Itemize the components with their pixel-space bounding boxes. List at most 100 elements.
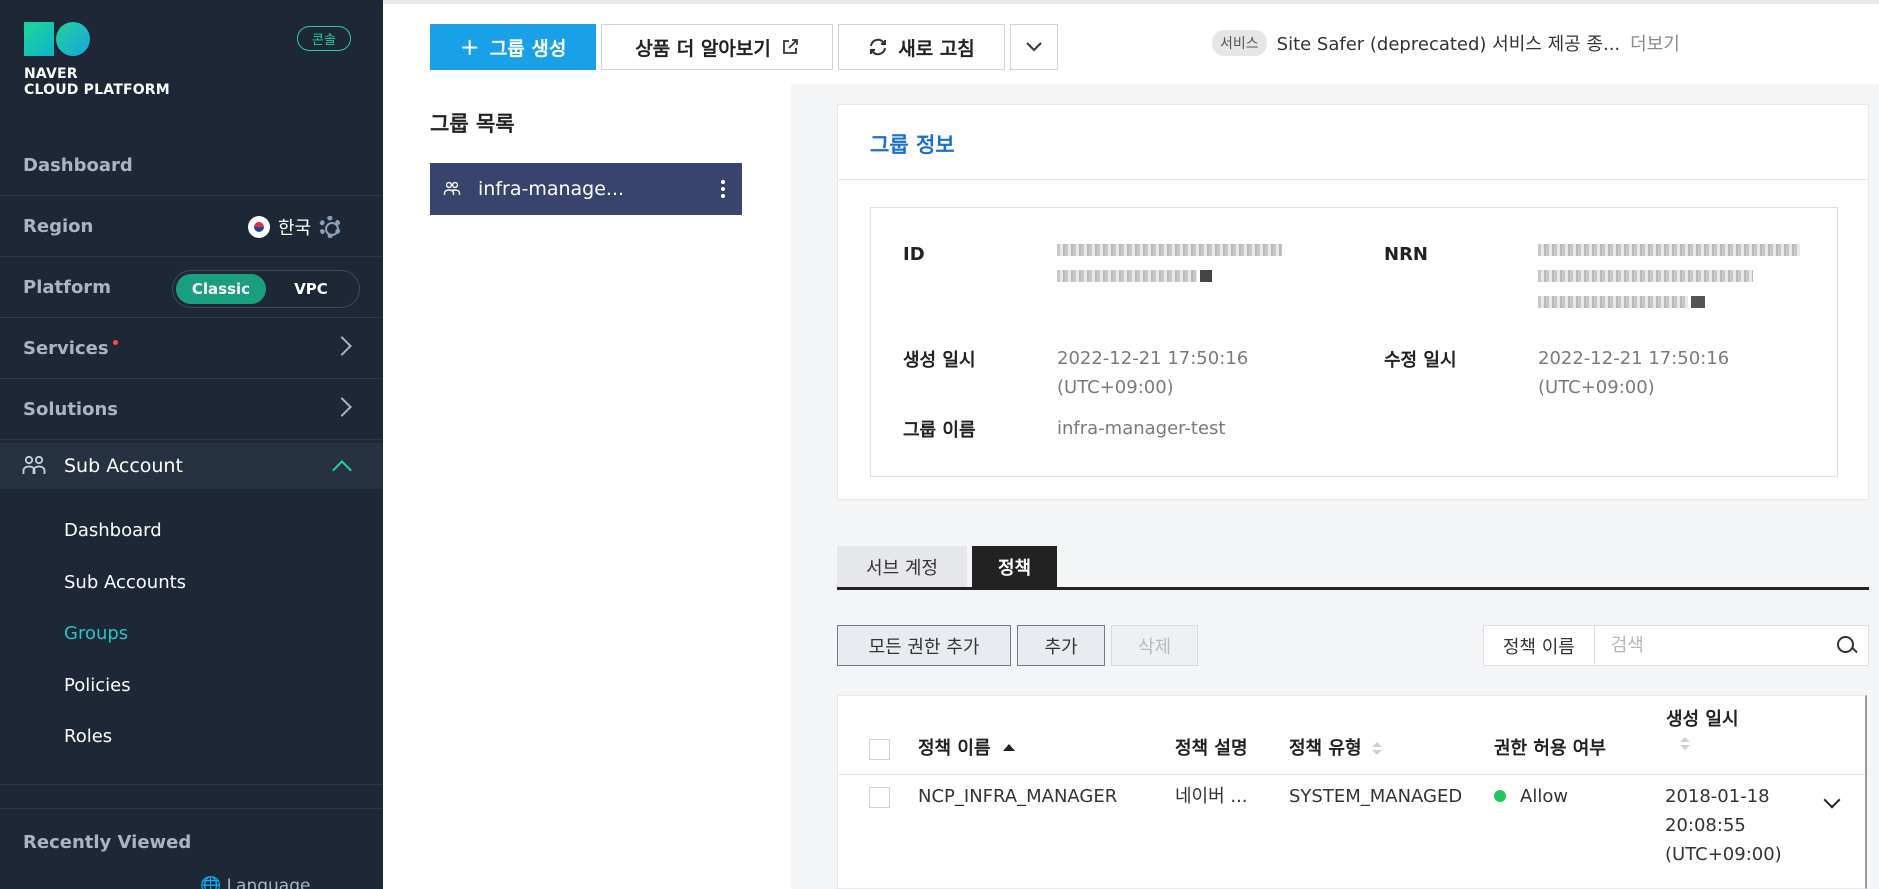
- tab-policy[interactable]: 정책: [972, 546, 1057, 587]
- nav-platform: Platform Classic VPC: [0, 258, 383, 318]
- platform-classic-button[interactable]: Classic: [176, 274, 266, 304]
- subnav-sub-accounts[interactable]: Sub Accounts: [64, 572, 186, 593]
- nav-dashboard[interactable]: Dashboard: [0, 136, 383, 196]
- subnav-dashboard[interactable]: Dashboard: [64, 520, 162, 541]
- delete-policy-button[interactable]: 삭제: [1111, 625, 1198, 666]
- learn-more-label: 상품 더 알아보기: [635, 37, 771, 60]
- sidebar-divider: [0, 808, 383, 809]
- col-policy-type[interactable]: 정책 유형: [1289, 734, 1382, 760]
- new-indicator-dot: [112, 340, 118, 345]
- logo-line1: NAVER: [24, 66, 78, 82]
- kebab-menu-icon[interactable]: [721, 180, 725, 198]
- language-selector[interactable]: 🌐 Language: [200, 876, 310, 889]
- ncp-logo[interactable]: NAVER CLOUD PLATFORM: [24, 22, 170, 98]
- col-policy-type-label: 정책 유형: [1289, 738, 1362, 759]
- nav-sub-account[interactable]: Sub Account: [0, 443, 383, 489]
- recently-viewed-heading[interactable]: Recently Viewed: [23, 832, 191, 853]
- nrn-value-redacted: [1538, 244, 1808, 322]
- group-name-value: infra-manager-test: [1057, 418, 1226, 439]
- console-badge[interactable]: 콘솔: [297, 26, 351, 51]
- refresh-icon: [870, 38, 887, 56]
- plus-icon: +: [459, 33, 480, 61]
- nav-services-label: Services: [23, 338, 109, 359]
- tab-sub-account[interactable]: 서브 계정: [837, 546, 967, 587]
- nrn-label: NRN: [1384, 244, 1428, 265]
- chevron-right-icon: [332, 336, 352, 356]
- col-permission-allow: 권한 허용 여부: [1494, 738, 1606, 759]
- notice-text: Site Safer (deprecated) 서비스 제공 종...: [1276, 34, 1621, 55]
- gear-icon[interactable]: [319, 216, 342, 238]
- row-checkbox[interactable]: [869, 787, 890, 808]
- modified-value: 2022-12-21 17:50:16 (UTC+09:00): [1538, 344, 1729, 402]
- subnav-policies[interactable]: Policies: [64, 675, 131, 696]
- korea-flag-icon: [248, 216, 270, 238]
- refresh-button[interactable]: 새로 고침: [838, 24, 1005, 70]
- id-value-redacted: [1057, 244, 1297, 296]
- refresh-label: 새로 고침: [898, 37, 975, 60]
- create-group-button[interactable]: + 그룹 생성: [430, 24, 596, 70]
- search-input[interactable]: [1594, 626, 1836, 665]
- row-created-time: 20:08:55: [1665, 815, 1746, 836]
- service-notice[interactable]: 서비스 Site Safer (deprecated) 서비스 제공 종... …: [1212, 30, 1680, 56]
- group-info-card: 그룹 정보 ID NRN 생성 일시 2022-12-21 17:50:16 (…: [837, 104, 1869, 500]
- search-icon[interactable]: [1836, 635, 1856, 657]
- sort-icon: [1680, 737, 1690, 751]
- nav-solutions-label: Solutions: [23, 399, 118, 420]
- row-policy-name: NCP_INFRA_MANAGER: [918, 786, 1118, 807]
- row-policy-desc: 네이버 ...: [1175, 786, 1248, 807]
- group-icon: [443, 181, 461, 195]
- select-all-checkbox[interactable]: [869, 739, 890, 760]
- top-toolbar: + 그룹 생성 상품 더 알아보기 새로 고침 서비스 Site Safer (…: [383, 0, 1879, 84]
- row-allow-label: Allow: [1520, 786, 1569, 807]
- nav-platform-label: Platform: [23, 277, 111, 298]
- chevron-right-icon: [332, 397, 352, 417]
- col-created[interactable]: 생성 일시: [1666, 705, 1739, 754]
- nav-dashboard-label: Dashboard: [23, 155, 133, 176]
- header-divider: [838, 774, 1865, 775]
- chevron-down-icon: [1026, 42, 1042, 52]
- notice-more-link[interactable]: 더보기: [1630, 30, 1680, 56]
- notice-tag: 서비스: [1212, 30, 1267, 56]
- sort-asc-icon: [1002, 744, 1015, 751]
- add-policy-button[interactable]: 추가: [1017, 625, 1105, 666]
- status-dot: [1494, 790, 1506, 802]
- policy-search: 정책 이름: [1483, 625, 1869, 666]
- policy-table: 정책 이름 정책 설명 정책 유형 권한 허용 여부 생성 일시 NCP_INF…: [837, 695, 1867, 889]
- col-created-label: 생성 일시: [1666, 709, 1739, 730]
- nav-solutions[interactable]: Solutions: [0, 380, 383, 440]
- nav-services[interactable]: Services: [0, 319, 383, 379]
- row-created: 2018-01-18 20:08:55 (UTC+09:00): [1665, 782, 1782, 869]
- card-divider: [838, 179, 1868, 180]
- created-value: 2022-12-21 17:50:16 (UTC+09:00): [1057, 344, 1248, 402]
- group-name-label: 그룹 이름: [903, 420, 976, 441]
- add-all-permissions-button[interactable]: 모든 권한 추가: [837, 625, 1011, 666]
- id-label: ID: [903, 244, 925, 265]
- subnav-groups[interactable]: Groups: [64, 623, 128, 644]
- platform-toggle: Classic VPC: [172, 270, 360, 308]
- learn-more-button[interactable]: 상품 더 알아보기: [601, 24, 833, 70]
- col-policy-desc: 정책 설명: [1175, 738, 1248, 759]
- row-permission-allow: Allow: [1494, 782, 1568, 811]
- logo-line2: CLOUD PLATFORM: [24, 82, 170, 98]
- platform-vpc-button[interactable]: VPC: [266, 274, 356, 304]
- expand-row-chevron-icon[interactable]: [1823, 791, 1841, 809]
- modified-label: 수정 일시: [1384, 350, 1457, 371]
- nav-region: Region 한국: [0, 197, 383, 257]
- sidebar-divider: [0, 784, 383, 785]
- subnav-roles[interactable]: Roles: [64, 726, 112, 747]
- external-link-icon: [782, 39, 798, 54]
- nav-sub-account-label: Sub Account: [64, 455, 183, 477]
- region-selector[interactable]: 한국: [248, 214, 342, 240]
- col-policy-name[interactable]: 정책 이름: [918, 734, 1015, 760]
- more-dropdown-button[interactable]: [1010, 24, 1058, 70]
- main-content: 그룹 정보 ID NRN 생성 일시 2022-12-21 17:50:16 (…: [791, 84, 1879, 889]
- group-list-panel: 그룹 목록 infra-manage...: [383, 84, 791, 889]
- region-value: 한국: [278, 218, 312, 239]
- nav-region-label: Region: [23, 216, 94, 237]
- create-group-label: 그룹 생성: [489, 37, 567, 60]
- row-policy-type: SYSTEM_MANAGED: [1289, 786, 1463, 807]
- modified-tz: (UTC+09:00): [1538, 377, 1655, 398]
- search-field-select[interactable]: 정책 이름: [1484, 626, 1595, 665]
- modified-date: 2022-12-21 17:50:16: [1538, 348, 1730, 369]
- group-list-item[interactable]: infra-manage...: [430, 163, 742, 215]
